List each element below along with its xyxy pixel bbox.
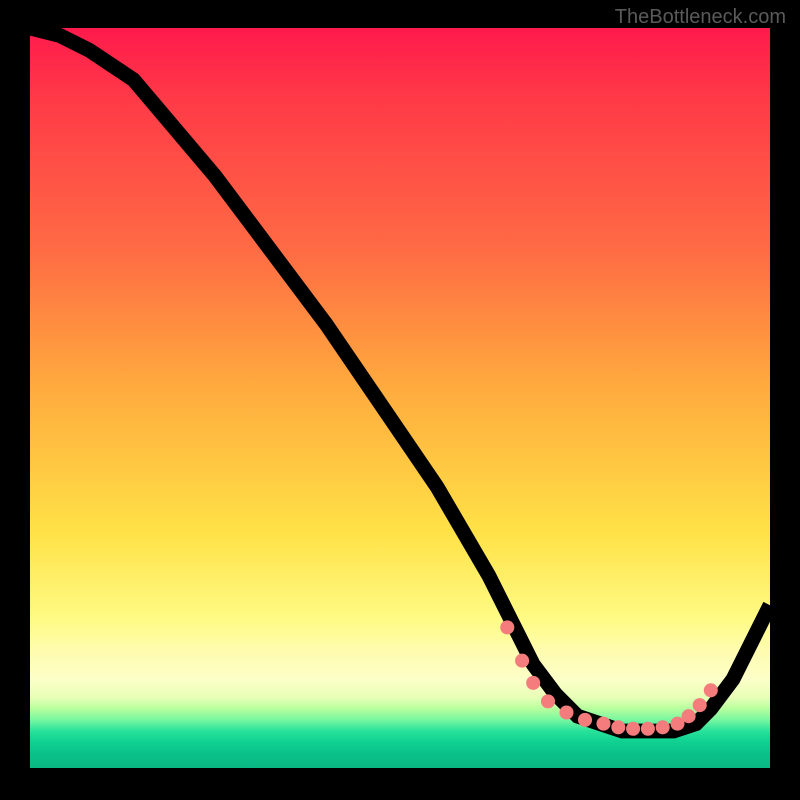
chart-dot — [611, 720, 625, 734]
chart-dot — [541, 694, 555, 708]
chart-dots — [500, 620, 718, 735]
chart-dot — [641, 722, 655, 736]
chart-dot — [682, 709, 696, 723]
chart-svg — [30, 28, 770, 768]
chart-dot — [693, 698, 707, 712]
chart-dot — [596, 717, 610, 731]
chart-dot — [526, 676, 540, 690]
chart-dot — [578, 713, 592, 727]
chart-line — [30, 28, 770, 731]
watermark-text: TheBottleneck.com — [615, 6, 786, 29]
chart-dot — [704, 683, 718, 697]
chart-plot-area — [30, 28, 770, 768]
chart-dot — [515, 654, 529, 668]
chart-dot — [626, 722, 640, 736]
chart-dot — [500, 620, 514, 634]
chart-dot — [559, 705, 573, 719]
chart-dot — [656, 720, 670, 734]
